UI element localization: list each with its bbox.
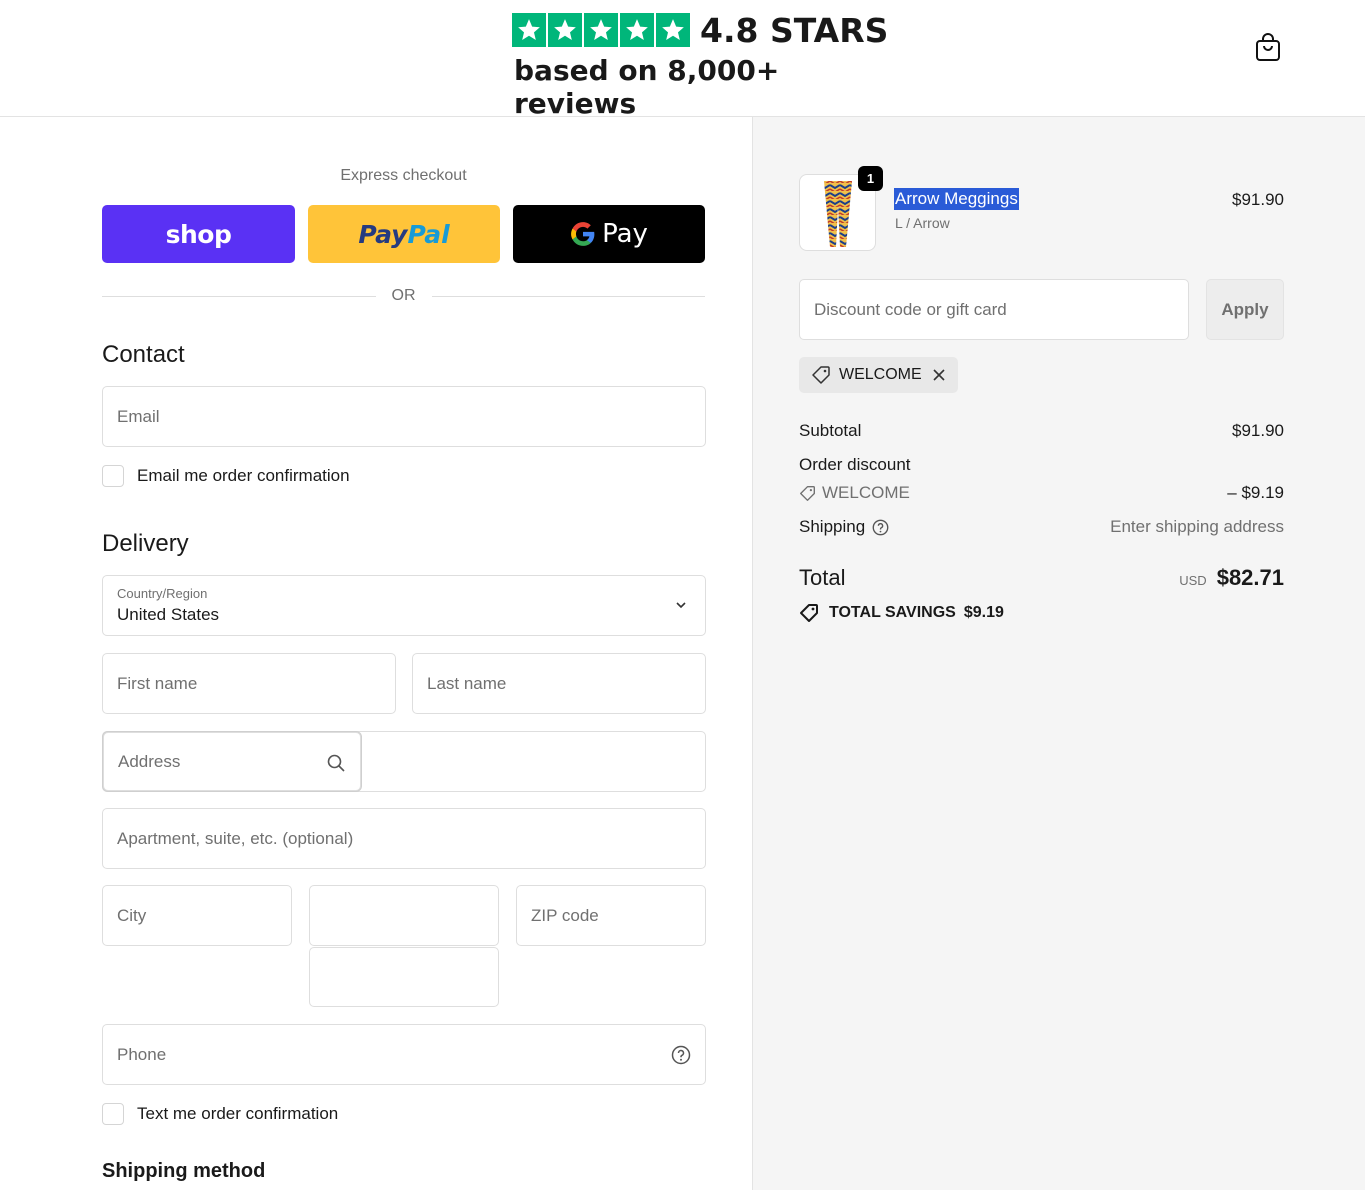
header: 4.8 STARS based on 8,000+ reviews xyxy=(0,0,1365,120)
city-field[interactable] xyxy=(102,885,292,946)
star-icon xyxy=(548,13,582,47)
paypal-logo-part2: Pal xyxy=(407,219,450,249)
help-circle-icon[interactable] xyxy=(671,1045,691,1065)
discount-input[interactable] xyxy=(800,280,1188,339)
savings-label: TOTAL SAVINGS xyxy=(829,604,956,621)
sms-optin[interactable]: Text me order confirmation xyxy=(102,1103,338,1125)
tag-icon xyxy=(812,366,830,384)
email-field[interactable] xyxy=(102,386,706,447)
country-select[interactable]: Country/Region United States xyxy=(102,575,706,636)
reviews-count: based on 8,000+ reviews xyxy=(514,54,780,120)
star-icon xyxy=(584,13,618,47)
search-icon xyxy=(327,754,345,772)
applied-discount-chip: WELCOME xyxy=(799,357,958,393)
zip-field[interactable] xyxy=(516,885,706,946)
total-value: $82.71 xyxy=(1216,565,1284,590)
savings-value: $9.19 xyxy=(963,604,1004,621)
close-icon[interactable] xyxy=(932,368,946,382)
order-discount-label: Order discount xyxy=(799,455,911,474)
email-optin-label: Email me order confirmation xyxy=(137,466,350,485)
phone-field[interactable] xyxy=(102,1024,706,1085)
checkout-form: Express checkout shop Pay Pal Pay OR Cont… xyxy=(0,117,752,1190)
applied-code: WELCOME xyxy=(839,366,922,383)
apply-button[interactable]: Apply xyxy=(1206,279,1284,340)
total-savings-row: TOTAL SAVINGS $9.19 xyxy=(799,603,1004,623)
savings-tag-icon xyxy=(800,604,818,622)
product-name: Arrow Meggings xyxy=(894,188,1019,210)
country-value: United States xyxy=(117,605,220,624)
phone-input[interactable] xyxy=(103,1025,705,1084)
star-icon xyxy=(656,13,690,47)
or-label: OR xyxy=(391,287,416,304)
currency-code: USD xyxy=(1179,573,1207,588)
google-g-icon xyxy=(571,222,595,246)
city-input[interactable] xyxy=(103,886,291,945)
paypal-logo-part1: Pay xyxy=(358,219,408,249)
shipping-value: Enter shipping address xyxy=(1110,517,1284,536)
sms-optin-checkbox[interactable] xyxy=(102,1103,124,1125)
state-dropdown[interactable] xyxy=(309,947,499,1007)
subtotal-row: Subtotal $91.90 xyxy=(799,421,1284,441)
discount-field[interactable] xyxy=(799,279,1189,340)
google-pay-label: Pay xyxy=(602,219,648,249)
order-summary: 1 Arrow Meggings L / Arrow $91.90 Apply … xyxy=(752,117,1365,1190)
discount-code: WELCOME xyxy=(822,483,910,502)
product-variant: L / Arrow xyxy=(895,215,950,231)
subtotal-label: Subtotal xyxy=(799,421,862,440)
express-checkout-label: Express checkout xyxy=(340,167,467,184)
sms-optin-label: Text me order confirmation xyxy=(137,1104,339,1123)
shipping-row: Shipping Enter shipping address xyxy=(799,517,1284,537)
first-name-input[interactable] xyxy=(103,654,395,713)
subtotal-value: $91.90 xyxy=(1232,421,1284,440)
email-optin-checkbox[interactable] xyxy=(102,465,124,487)
or-divider: OR xyxy=(102,285,705,307)
order-discount-row: Order discount xyxy=(799,455,1284,475)
zip-input[interactable] xyxy=(517,886,705,945)
paypal-button[interactable]: Pay Pal xyxy=(308,205,500,263)
shop-pay-button[interactable]: shop xyxy=(102,205,295,263)
contact-title: Contact xyxy=(102,341,185,368)
chevron-down-icon xyxy=(676,602,686,609)
product-price: $91.90 xyxy=(1232,190,1284,209)
google-pay-button[interactable]: Pay xyxy=(513,205,705,263)
shop-pay-logo: shop xyxy=(165,219,232,249)
stars-row: 4.8 STARS xyxy=(512,10,892,50)
email-optin[interactable]: Email me order confirmation xyxy=(102,465,350,487)
help-circle-icon[interactable] xyxy=(872,519,889,536)
rating-text: 4.8 STARS xyxy=(700,10,889,50)
tag-icon xyxy=(800,485,815,501)
last-name-input[interactable] xyxy=(413,654,705,713)
shipping-method-title: Shipping method xyxy=(102,1160,266,1182)
quantity-badge: 1 xyxy=(858,166,883,191)
address-field[interactable] xyxy=(103,732,361,791)
total-label: Total xyxy=(799,565,846,590)
last-name-field[interactable] xyxy=(412,653,706,714)
apartment-field[interactable] xyxy=(102,808,706,869)
email-input[interactable] xyxy=(103,387,705,446)
country-label: Country/Region xyxy=(117,586,208,601)
discount-value: – $9.19 xyxy=(1227,483,1284,502)
star-icon xyxy=(620,13,654,47)
delivery-title: Delivery xyxy=(102,530,189,557)
star-icon xyxy=(512,13,546,47)
address-input[interactable] xyxy=(104,733,360,790)
total-row: Total USD $82.71 xyxy=(799,565,1284,591)
apartment-input[interactable] xyxy=(103,809,705,868)
shopping-bag-icon[interactable] xyxy=(1254,32,1282,62)
discount-code-row: WELCOME – $9.19 xyxy=(799,483,1284,503)
first-name-field[interactable] xyxy=(102,653,396,714)
state-field[interactable] xyxy=(309,885,499,946)
trustpilot-rating: 4.8 STARS based on 8,000+ reviews xyxy=(512,10,892,120)
shipping-label: Shipping xyxy=(799,517,866,536)
